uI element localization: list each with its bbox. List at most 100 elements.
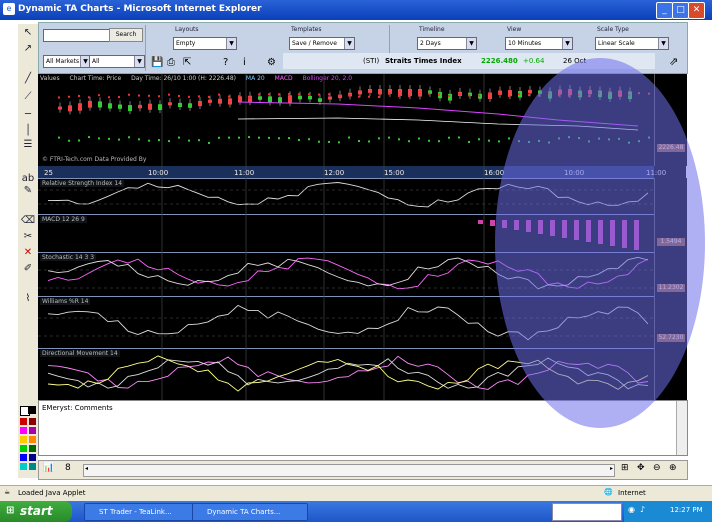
layouts-label: Layouts <box>175 26 199 33</box>
address-field[interactable] <box>552 503 622 521</box>
lower-dot <box>88 136 90 139</box>
macd-bar <box>562 220 567 238</box>
move-icon[interactable]: ✥ <box>637 463 645 473</box>
taskbar-item[interactable]: Dynamic TA Charts... <box>192 503 308 521</box>
fib-icon[interactable]: ☰ <box>20 138 36 152</box>
color-swatch[interactable] <box>29 418 36 425</box>
market-select[interactable]: All Markets ▼ <box>43 55 91 68</box>
all-select-value: All <box>92 58 100 65</box>
scroll-right-icon[interactable]: ▸ <box>610 465 613 472</box>
lower-dot <box>328 140 330 143</box>
zoom-in-icon[interactable]: ⊕ <box>669 463 677 473</box>
print-icon[interactable]: ⎙ <box>167 57 175 68</box>
color-swatch[interactable] <box>20 454 27 461</box>
vline-icon[interactable]: │ <box>20 124 36 138</box>
upper-dot <box>608 91 610 94</box>
scissors-icon[interactable]: ✂ <box>20 230 36 244</box>
divider <box>145 25 146 71</box>
upper-dot <box>138 94 140 97</box>
search-input[interactable] <box>43 29 111 42</box>
lower-dot <box>128 136 130 139</box>
crosshair-icon[interactable]: ↗ <box>20 42 36 56</box>
zoom-fit-icon[interactable]: ⊞ <box>621 463 629 473</box>
lower-dot <box>478 138 480 141</box>
popout-icon[interactable]: ⇗ <box>669 55 678 68</box>
pointer-icon[interactable]: ↖ <box>20 26 36 40</box>
upper-dot <box>178 94 180 97</box>
timeline-value: 2 Days <box>420 40 441 47</box>
horizontal-scrollbar[interactable]: ◂ ▸ <box>83 464 615 477</box>
info-icon[interactable]: i <box>243 57 246 68</box>
upper-dot <box>248 97 250 100</box>
color-swatch[interactable] <box>20 463 27 470</box>
export-icon[interactable]: ⇱ <box>183 57 191 68</box>
color-swatch[interactable] <box>29 436 36 443</box>
templates-label: Templates <box>291 26 322 33</box>
view-value: 10 Minutes <box>508 40 542 47</box>
ma-line <box>237 101 639 127</box>
candle <box>138 104 142 109</box>
upper-dot <box>628 94 630 97</box>
status-bar: ☕ Loaded Java Applet 🌐 Internet <box>0 485 712 502</box>
title-bar: e Dynamic TA Charts - Microsoft Internet… <box>0 0 712 20</box>
network-icon[interactable]: ◉ <box>628 505 635 514</box>
close-button[interactable]: ✕ <box>688 2 705 19</box>
maximize-button[interactable]: □ <box>672 2 689 19</box>
upper-dot <box>228 95 230 98</box>
zoom-out-icon[interactable]: ⊖ <box>653 463 661 473</box>
chart-type-icon[interactable]: 📊 <box>43 463 54 473</box>
brush-icon[interactable]: ⌇ <box>20 292 36 306</box>
taskbar-item[interactable]: ST Trader - TeaLink... <box>84 503 200 521</box>
lower-dot <box>458 136 460 139</box>
trendline-icon[interactable]: ⟋ <box>20 90 36 104</box>
view-select[interactable]: 10 Minutes ▼ <box>505 37 573 50</box>
minimize-button[interactable]: _ <box>656 2 673 19</box>
color-swatch[interactable] <box>29 427 36 434</box>
start-button[interactable]: ⊞ start <box>0 501 72 522</box>
all-select[interactable]: All ▼ <box>89 55 145 68</box>
color-swatch[interactable] <box>29 445 36 452</box>
change-value: +0.64 <box>523 57 545 65</box>
chart-area[interactable]: Values Chart Time: Price Day Time: 26/10… <box>38 74 687 401</box>
edit-icon[interactable]: ✐ <box>20 262 36 276</box>
upper-dot <box>528 94 530 97</box>
delete-icon[interactable]: ✕ <box>20 246 36 260</box>
pencil-icon[interactable]: ✎ <box>20 184 36 198</box>
upper-dot <box>318 93 320 96</box>
candle <box>318 98 322 102</box>
timeline-select[interactable]: 2 Days ▼ <box>417 37 477 50</box>
eraser-icon[interactable]: ⌫ <box>20 214 36 228</box>
help-icon[interactable]: ? <box>223 57 228 68</box>
scroll-left-icon[interactable]: ◂ <box>85 465 88 472</box>
save-icon[interactable]: 💾 <box>151 57 163 68</box>
candle <box>88 100 92 108</box>
chevron-down-icon: ▼ <box>134 56 144 67</box>
lower-dot <box>518 140 520 143</box>
comments-box[interactable]: EMeryst: Comments <box>38 400 688 456</box>
upper-dot <box>388 92 390 95</box>
lower-dot <box>98 137 100 140</box>
upper-dot <box>548 92 550 95</box>
search-button[interactable]: Search <box>109 28 143 42</box>
hline-icon[interactable]: ─ <box>20 108 36 122</box>
templates-select[interactable]: Save / Remove ▼ <box>289 37 355 50</box>
chart-drawing: 25 10:00 11:00 12:00 15:00 16:00 10:00 11:00 <box>38 74 666 400</box>
lower-dot <box>528 141 530 144</box>
color-swatch[interactable] <box>20 445 27 452</box>
color-swatch[interactable] <box>20 436 27 443</box>
upper-dot <box>638 92 640 95</box>
layouts-select[interactable]: Empty ▼ <box>173 37 237 50</box>
volume-icon[interactable]: ♪ <box>640 505 645 514</box>
color-swatch[interactable] <box>20 427 27 434</box>
line-icon[interactable]: ╱ <box>20 72 36 86</box>
color-swatch[interactable] <box>28 406 36 414</box>
link-icon[interactable]: 8 <box>65 463 71 473</box>
settings-icon[interactable]: ⚙ <box>267 57 276 68</box>
color-swatch[interactable] <box>20 418 27 425</box>
scale-select[interactable]: Linear Scale ▼ <box>595 37 669 50</box>
lower-dot <box>318 140 320 143</box>
candle <box>188 103 192 108</box>
comments-scrollbar[interactable] <box>676 401 687 455</box>
color-swatch[interactable] <box>29 463 36 470</box>
color-swatch[interactable] <box>29 454 36 461</box>
